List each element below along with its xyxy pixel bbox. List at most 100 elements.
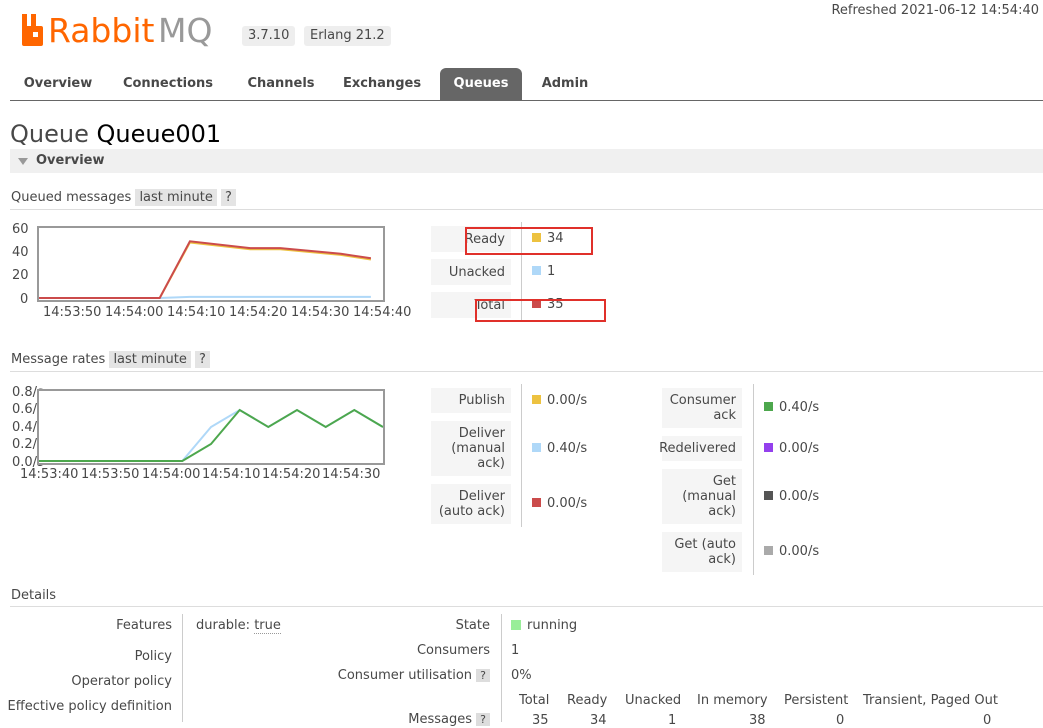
effective-policy-label: Effective policy definition — [7, 699, 172, 714]
get-auto-label-line: Get (auto — [674, 537, 736, 552]
messages-help-button[interactable]: ? — [476, 713, 490, 726]
get-manual-swatch — [764, 491, 773, 500]
msg-persistent-value: 0 — [836, 713, 845, 728]
msg-header-unacked: Unacked — [625, 693, 682, 708]
state-running-swatch — [511, 619, 521, 630]
queued-x-tick: 14:54:10 — [167, 305, 226, 320]
queued-messages-plot — [39, 240, 372, 299]
tab-overview[interactable]: Overview — [10, 68, 106, 100]
consumers-value: 1 — [511, 643, 520, 658]
deliver-manual-value: 0.40/s — [532, 441, 587, 456]
get-auto-swatch — [764, 546, 773, 555]
overview-section-label[interactable]: Overview — [36, 153, 105, 168]
queued-x-tick: 14:54:40 — [353, 305, 412, 320]
rabbit-icon — [22, 14, 43, 46]
rates-period-selector[interactable]: last minute — [109, 351, 191, 368]
overview-section-header[interactable] — [10, 149, 1043, 173]
queued-messages-title: Queued messages — [11, 190, 132, 205]
rates-x-tick: 14:53:50 — [81, 467, 140, 482]
deliver-auto-rate: 0.00/s — [547, 496, 588, 511]
redelivered-label: Redelivered — [659, 436, 742, 461]
msg-header-persistent: Persistent — [784, 693, 849, 708]
msg-total-value: 35 — [532, 713, 549, 728]
deliver-auto-label-line: (auto ack) — [438, 504, 505, 519]
msg-in-memory-value: 38 — [749, 713, 766, 728]
deliver-auto-label-line: Deliver — [458, 489, 505, 504]
get-manual-label-line: ack) — [708, 504, 736, 519]
publish-rate: 0.00/s — [547, 393, 588, 408]
tab-connections[interactable]: Connections — [116, 68, 220, 100]
msg-header-ready: Ready — [567, 693, 608, 708]
rates-x-tick: 14:54:10 — [202, 467, 261, 482]
unacked-swatch — [532, 266, 541, 275]
collapse-triangle-icon[interactable] — [18, 158, 28, 165]
redelivered-swatch — [764, 443, 773, 452]
queued-messages-chart[interactable] — [37, 226, 385, 302]
durable-value[interactable]: true — [254, 618, 281, 634]
consumer-ack-value: 0.40/s — [764, 400, 819, 415]
tab-admin[interactable]: Admin — [534, 68, 596, 100]
get-auto-rate: 0.00/s — [779, 544, 820, 559]
publish-value: 0.00/s — [532, 393, 587, 408]
get-auto-label-line: ack) — [708, 552, 736, 567]
deliver-manual-swatch — [532, 443, 541, 452]
queued-y-tick: 60 — [12, 222, 29, 237]
main-tabs: Overview Connections Channels Exchanges … — [10, 68, 1043, 101]
refreshed-timestamp[interactable]: Refreshed 2021-06-12 14:54:40 — [831, 3, 1039, 18]
consumer-ack-label-line: ack — [713, 408, 736, 423]
rates-x-tick: 14:53:40 — [20, 467, 79, 482]
messages-label: Messages ? — [300, 712, 490, 727]
msg-ready-value: 34 — [590, 713, 607, 728]
unacked-label: Unacked — [431, 259, 511, 285]
divider — [10, 371, 1043, 372]
version-badge: 3.7.10 — [242, 26, 296, 46]
message-rates-chart[interactable] — [37, 389, 385, 465]
series-line-deliver-manual-ack — [39, 408, 383, 462]
deliver-auto-label: Deliver (auto ack) — [431, 484, 511, 524]
tab-exchanges[interactable]: Exchanges — [336, 68, 428, 100]
series-line-total — [39, 240, 372, 299]
details-separator — [501, 614, 502, 722]
logo-text-mq: MQ — [158, 11, 212, 48]
series-line-consumer-ack — [39, 408, 383, 462]
rates-x-tick: 14:54:20 — [262, 467, 321, 482]
queued-y-tick: 40 — [12, 245, 29, 260]
policy-label: Policy — [134, 649, 172, 664]
consumer-utilisation-label: Consumer utilisation ? — [300, 668, 490, 683]
details-label: Details — [11, 588, 57, 603]
get-manual-rate: 0.00/s — [779, 489, 820, 504]
queue-name: Queue001 — [96, 120, 222, 148]
stats-separator — [753, 384, 754, 575]
rabbitmq-logo[interactable]: Rabbit MQ — [22, 10, 232, 48]
queued-period-selector[interactable]: last minute — [135, 189, 217, 206]
queued-y-tick: 0 — [20, 292, 29, 307]
deliver-manual-label-line: ack) — [477, 456, 505, 471]
consumer-utilisation-value: 0% — [511, 668, 532, 683]
unacked-count: 1 — [547, 264, 556, 279]
erlang-badge: Erlang 21.2 — [304, 26, 391, 46]
features-value: durable: true — [196, 618, 281, 634]
highlight-ready-box — [465, 227, 593, 255]
deliver-manual-rate: 0.40/s — [547, 441, 588, 456]
queued-x-tick: 14:54:00 — [105, 305, 164, 320]
get-manual-label-line: Get — [712, 474, 736, 489]
tab-channels[interactable]: Channels — [236, 68, 326, 100]
page-title-prefix: Queue — [10, 120, 89, 148]
get-manual-value: 0.00/s — [764, 489, 819, 504]
message-rates-title: Message rates — [11, 352, 106, 367]
highlight-total-box — [475, 299, 606, 322]
rates-x-tick: 14:54:30 — [322, 467, 381, 482]
queued-messages-label: Queued messages last minute ? — [11, 189, 236, 206]
features-key: durable: — [196, 618, 251, 633]
deliver-auto-swatch — [532, 498, 541, 507]
queued-x-tick: 14:54:20 — [229, 305, 288, 320]
deliver-manual-label-line: Deliver — [458, 426, 505, 441]
msg-transient-value: 0 — [983, 713, 992, 728]
queued-help-button[interactable]: ? — [221, 189, 236, 206]
rates-help-button[interactable]: ? — [195, 351, 210, 368]
tab-queues[interactable]: Queues — [440, 68, 522, 100]
utilisation-help-button[interactable]: ? — [476, 669, 490, 682]
state-label: State — [455, 618, 490, 633]
get-manual-label: Get (manual ack) — [662, 469, 742, 524]
msg-header-total: Total — [519, 693, 550, 708]
